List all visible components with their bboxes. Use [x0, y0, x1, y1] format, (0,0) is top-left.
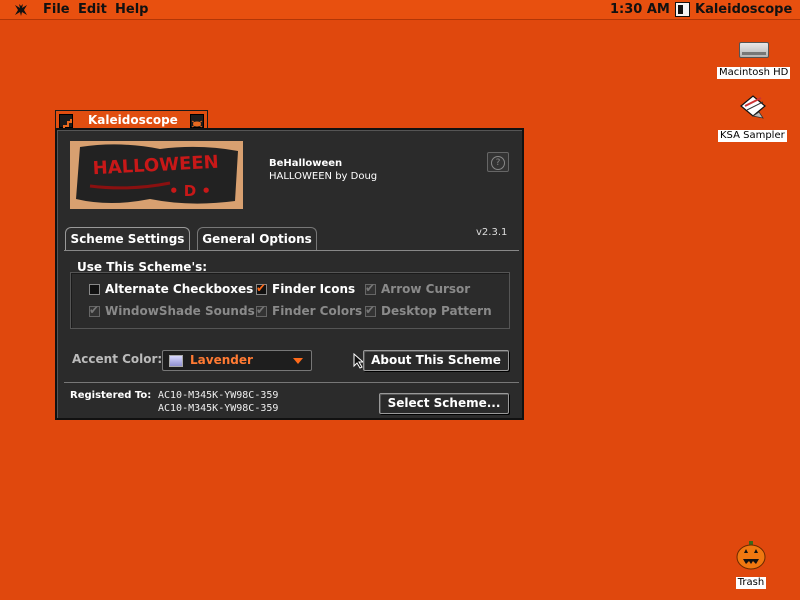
checkbox-finder-icons[interactable]: ✔ Finder Icons: [256, 282, 355, 296]
halloween-bat-icon[interactable]: [14, 3, 28, 17]
scheme-name: BeHalloween: [269, 158, 343, 169]
desktop-icon-macintosh-hd[interactable]: Macintosh HD: [717, 42, 791, 79]
application-menu-icon[interactable]: [675, 2, 690, 17]
desktop-icon-label: Macintosh HD: [717, 67, 791, 79]
registration-line: AC10-M345K-YW98C-359: [158, 403, 279, 414]
svg-text:• D •: • D •: [169, 182, 211, 200]
desktop-icon-ksa-sampler[interactable]: KSA Sampler: [718, 92, 787, 142]
window-content: HALLOWEEN • D • BeHalloween HALLOWEEN by…: [55, 128, 524, 420]
checkbox-label: Alternate Checkboxes: [105, 282, 254, 296]
menubar-clock[interactable]: 1:30 AM: [610, 2, 670, 17]
checkmark-icon: ✔: [256, 280, 267, 295]
checkbox-box: ✔: [256, 302, 267, 317]
checkbox-box: ✔: [365, 280, 376, 295]
select-scheme-button[interactable]: Select Scheme...: [379, 393, 509, 414]
menubar: File Edit Help 1:30 AM Kaleidoscope: [0, 0, 800, 20]
accent-color-label: Accent Color:: [72, 352, 163, 366]
checkbox-box: ✔: [365, 302, 376, 317]
checkbox-arrow-cursor: ✔ Arrow Cursor: [365, 282, 470, 296]
application-menu[interactable]: Kaleidoscope: [695, 2, 792, 17]
checkbox-finder-colors: ✔ Finder Colors: [256, 304, 362, 318]
checkbox-label: WindowShade Sounds: [105, 304, 255, 318]
scheme-author: HALLOWEEN by Doug: [269, 171, 378, 182]
tab-scheme-settings[interactable]: Scheme Settings: [65, 227, 190, 251]
checkbox-box: ✔: [89, 302, 100, 317]
windowshade-box-icon[interactable]: [190, 114, 204, 128]
checkbox-label: Arrow Cursor: [381, 282, 471, 296]
accent-color-value: Lavender: [190, 353, 253, 367]
help-button[interactable]: ?: [487, 152, 509, 172]
menu-file[interactable]: File: [43, 2, 70, 17]
checkmark-icon: ✔: [256, 302, 267, 317]
checkbox-label: Finder Colors: [272, 304, 363, 318]
checkbox-desktop-pattern: ✔ Desktop Pattern: [365, 304, 492, 318]
tab-general-options[interactable]: General Options: [197, 227, 317, 251]
checkbox-box: ✔: [256, 280, 267, 295]
checkbox-label: Finder Icons: [272, 282, 356, 296]
desktop-icon-label: Trash: [735, 577, 767, 589]
divider: [64, 382, 519, 383]
checkbox-windowshade-sounds: ✔ WindowShade Sounds: [89, 304, 255, 318]
registration-line: AC10-M345K-YW98C-359: [158, 390, 279, 401]
kaleidoscope-window: Kaleidoscope HALLOWEEN • D • BeHalloween…: [55, 110, 524, 420]
checkbox-label: Desktop Pattern: [381, 304, 492, 318]
window-title: Kaleidoscope: [88, 113, 178, 127]
checkmark-icon: ✔: [89, 302, 100, 317]
accent-color-popup[interactable]: Lavender: [162, 350, 312, 371]
scheme-banner-image: HALLOWEEN • D •: [70, 141, 243, 209]
scheme-options-group: [70, 272, 510, 329]
popup-arrow-icon: [293, 358, 303, 364]
version-label: v2.3.1: [476, 227, 508, 238]
window-titlebar[interactable]: Kaleidoscope: [55, 110, 208, 130]
color-swatch-icon: [169, 355, 183, 367]
checkmark-icon: ✔: [365, 280, 376, 295]
desktop-icon-trash[interactable]: Trash: [735, 540, 767, 589]
checkbox-box: [89, 283, 100, 295]
menu-help[interactable]: Help: [115, 2, 148, 17]
hard-disk-icon: [738, 42, 769, 58]
desktop-icon-label: KSA Sampler: [718, 130, 787, 142]
checkmark-icon: ✔: [365, 302, 376, 317]
menu-edit[interactable]: Edit: [78, 2, 107, 17]
checkbox-alternate-checkboxes[interactable]: Alternate Checkboxes: [89, 282, 253, 296]
ksa-sampler-icon: [740, 95, 767, 119]
pumpkin-trash-icon: [736, 541, 766, 570]
registered-to-label: Registered To:: [70, 390, 152, 401]
close-box-icon[interactable]: [59, 114, 73, 130]
help-icon: ?: [491, 156, 505, 170]
about-scheme-button[interactable]: About This Scheme: [363, 350, 509, 371]
